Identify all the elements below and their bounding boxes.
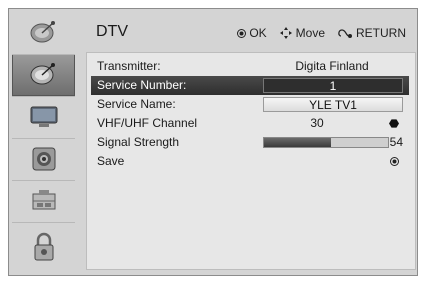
tv-screen-icon[interactable] (12, 96, 75, 138)
sidebar-separator (12, 180, 75, 181)
hint-return-label: RETURN (356, 26, 406, 40)
save-row[interactable]: Save (91, 152, 409, 171)
sidebar-separator (12, 138, 75, 139)
save-label: Save (97, 154, 125, 168)
hint-ok-label: OK (249, 26, 267, 40)
transmitter-row[interactable]: Transmitter: Digita Finland (91, 57, 409, 76)
service-number-row[interactable]: Service Number: 1 (91, 76, 409, 95)
hint-return: RETURN (337, 26, 406, 40)
move-arrows-icon (279, 27, 292, 39)
settings-panel: Transmitter: Digita Finland Service Numb… (86, 52, 416, 270)
hint-move: Move (279, 26, 325, 40)
hint-ok: OK (237, 26, 267, 40)
channel-value: 30 (310, 116, 324, 130)
service-number-value[interactable]: 1 (263, 78, 403, 93)
page-title: DTV (96, 23, 128, 40)
sidebar-separator (12, 54, 75, 55)
channel-row[interactable]: VHF/UHF Channel 30 (91, 114, 409, 133)
signal-strength-fill (264, 138, 331, 147)
satellite-dish-icon-active[interactable] (12, 54, 75, 96)
sidebar-separator (12, 96, 75, 97)
return-icon (338, 29, 352, 38)
key-hints: OK Move RETURN (237, 26, 406, 40)
ok-button-icon[interactable] (390, 157, 399, 166)
channel-label: VHF/UHF Channel (97, 116, 198, 130)
satellite-dish-icon[interactable] (12, 12, 75, 54)
channel-adjust-icon[interactable] (389, 119, 399, 128)
transmitter-label: Transmitter: (97, 59, 161, 73)
service-number-label: Service Number: (97, 78, 187, 92)
clock-timer-icon[interactable] (12, 180, 75, 222)
signal-strength-label: Signal Strength (97, 135, 180, 149)
lock-icon[interactable] (12, 226, 75, 268)
signal-strength-bar (263, 137, 389, 148)
sidebar-separator (12, 222, 75, 223)
signal-strength-row: Signal Strength 54 (91, 133, 409, 152)
service-name-label: Service Name: (97, 97, 176, 111)
hint-move-label: Move (295, 26, 325, 40)
service-name-value[interactable]: YLE TV1 (263, 97, 403, 112)
service-name-row[interactable]: Service Name: YLE TV1 (91, 95, 409, 114)
signal-strength-value: 54 (389, 135, 403, 149)
header: DTV OK Move RETURN (86, 12, 416, 48)
transmitter-value: Digita Finland (295, 59, 369, 73)
sidebar (12, 12, 75, 274)
speaker-icon[interactable] (12, 138, 75, 180)
ok-button-icon (237, 28, 247, 38)
